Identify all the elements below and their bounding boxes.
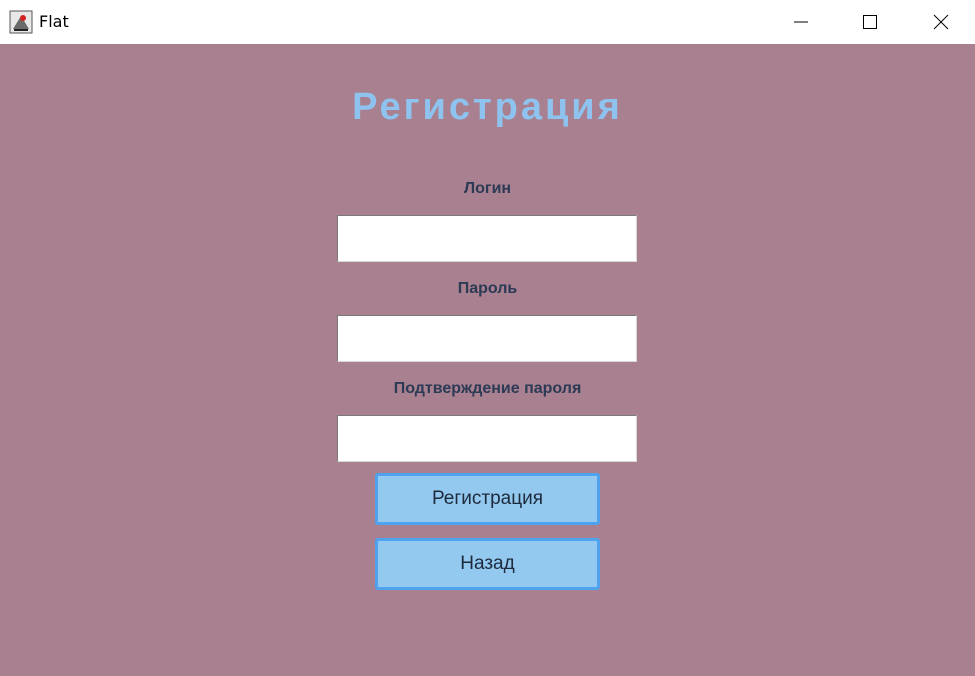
confirm-password-label: Подтверждение пароля <box>393 380 582 397</box>
minimize-button[interactable] <box>778 0 824 44</box>
title-bar[interactable]: Flat <box>0 0 975 44</box>
close-icon <box>933 14 949 30</box>
maximize-icon <box>863 15 877 29</box>
close-button[interactable] <box>918 0 964 44</box>
login-input[interactable] <box>337 215 637 262</box>
window-title: Flat <box>39 12 69 31</box>
confirm-password-input[interactable] <box>337 415 637 462</box>
app-window: Flat Регистрация Логин Пароль Подтвержде… <box>0 0 975 676</box>
login-label: Логин <box>463 180 512 197</box>
java-app-icon <box>9 10 33 34</box>
register-button[interactable]: Регистрация <box>375 473 600 525</box>
maximize-button[interactable] <box>847 0 893 44</box>
back-button[interactable]: Назад <box>375 538 600 590</box>
password-input[interactable] <box>337 315 637 362</box>
page-title: Регистрация <box>352 86 623 128</box>
minimize-icon <box>794 21 808 23</box>
password-label: Пароль <box>457 280 518 297</box>
